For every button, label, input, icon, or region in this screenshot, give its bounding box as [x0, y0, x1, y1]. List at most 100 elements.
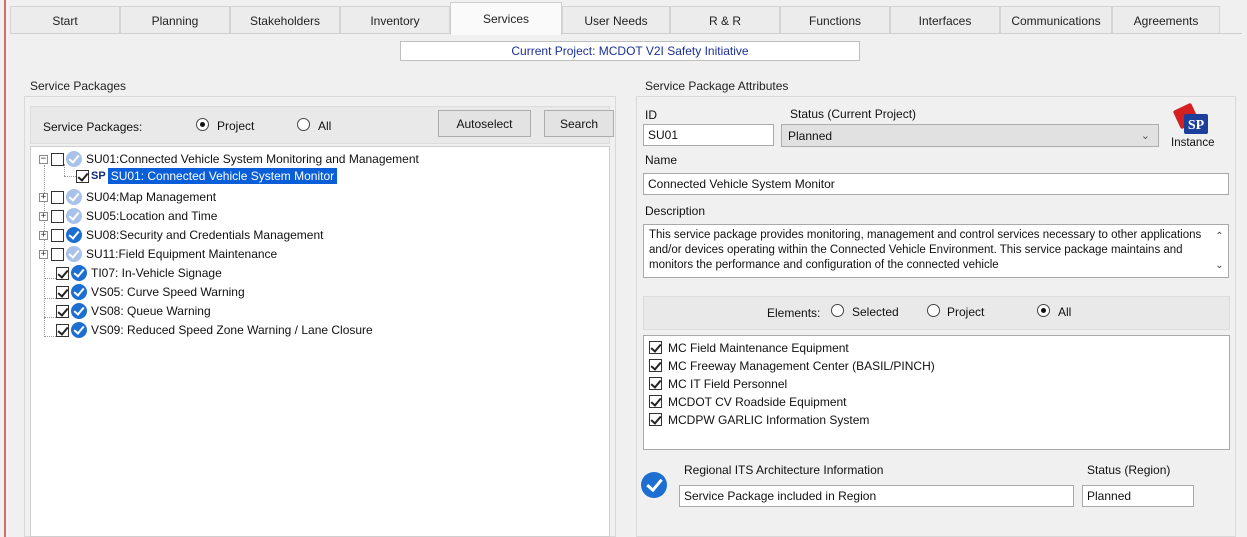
service-packages-title: Service Packages: [30, 79, 127, 93]
regional-label: Regional ITS Architecture Information: [684, 463, 884, 477]
partial-check-icon: [66, 208, 82, 224]
radio-elements-selected[interactable]: [831, 304, 844, 317]
radio-elements-all[interactable]: [1037, 304, 1050, 317]
tree-node-label: SU05:Location and Time: [86, 209, 218, 223]
tree-node-label: SU01:Connected Vehicle System Monitoring…: [86, 152, 419, 166]
element-checkbox[interactable]: [649, 395, 662, 408]
element-label: MCDOT CV Roadside Equipment: [668, 394, 847, 409]
element-item[interactable]: MC Field Maintenance Equipment: [649, 339, 849, 356]
tree-node-label: SU11:Field Equipment Maintenance: [86, 247, 278, 261]
tab-stakeholders[interactable]: Stakeholders: [230, 6, 340, 34]
element-item[interactable]: MC Freeway Management Center (BASIL/PINC…: [649, 357, 935, 374]
scroll-down-icon[interactable]: ⌄: [1215, 258, 1223, 273]
tree-node-checkbox[interactable]: [51, 228, 64, 242]
status-region-field[interactable]: Planned: [1082, 485, 1194, 507]
tree-node[interactable]: + SU04:Map Management: [39, 188, 216, 206]
tree-node-label: VS08: Queue Warning: [91, 304, 211, 318]
element-checkbox[interactable]: [649, 413, 662, 426]
status-label: Status (Current Project): [790, 107, 917, 121]
tree-node[interactable]: + SU08:Security and Credentials Manageme…: [39, 226, 323, 244]
partial-check-icon: [66, 246, 82, 262]
tab-functions[interactable]: Functions: [780, 6, 890, 34]
tab-user-needs[interactable]: User Needs: [562, 6, 670, 34]
window-edge: [4, 0, 6, 537]
instance-icon[interactable]: SP: [1170, 100, 1214, 142]
expand-icon[interactable]: +: [39, 192, 48, 202]
tab-r-and-r[interactable]: R & R: [670, 6, 780, 34]
expand-icon[interactable]: +: [39, 249, 48, 259]
tab-planning[interactable]: Planning: [120, 6, 230, 34]
check-circle-icon: [71, 265, 87, 281]
element-label: MC Field Maintenance Equipment: [668, 340, 849, 355]
tree-node-checkbox[interactable]: [56, 304, 69, 318]
scroll-up-icon[interactable]: ⌃: [1215, 229, 1223, 244]
tab-start[interactable]: Start: [10, 6, 120, 34]
tab-bar: Start Planning Stakeholders Inventory Se…: [10, 2, 1242, 35]
radio-all[interactable]: [297, 118, 310, 131]
tree-node[interactable]: + SU05:Location and Time: [39, 207, 217, 225]
tree-node[interactable]: + SU11:Field Equipment Maintenance: [39, 245, 277, 263]
tree-node-checkbox[interactable]: [56, 285, 69, 299]
tab-agreements[interactable]: Agreements: [1112, 6, 1220, 34]
radio-project[interactable]: [196, 118, 209, 131]
tree-node-checkbox[interactable]: [56, 266, 69, 280]
status-region-label: Status (Region): [1087, 463, 1171, 477]
description-label: Description: [645, 204, 706, 218]
partial-check-icon: [66, 189, 82, 205]
tab-communications[interactable]: Communications: [1000, 6, 1112, 34]
tree-node-checkbox[interactable]: [51, 190, 64, 204]
collapse-icon[interactable]: −: [39, 154, 48, 164]
tree-node[interactable]: VS09: Reduced Speed Zone Warning / Lane …: [56, 321, 373, 339]
tree-node-label: SU08:Security and Credentials Management: [86, 228, 324, 242]
instance-label: Instance: [1171, 137, 1215, 149]
radio-elements-selected-label: Selected: [852, 305, 899, 319]
element-checkbox[interactable]: [649, 341, 662, 354]
element-checkbox[interactable]: [649, 359, 662, 372]
service-package-tree[interactable]: − SU01:Connected Vehicle System Monitori…: [30, 146, 610, 537]
tree-node-label: SU04:Map Management: [86, 190, 217, 204]
id-field[interactable]: SU01: [643, 124, 774, 146]
tree-node-checkbox[interactable]: [56, 323, 69, 337]
tree-node[interactable]: VS05: Curve Speed Warning: [56, 283, 245, 301]
search-button[interactable]: Search: [544, 110, 614, 137]
tree-node-selected[interactable]: SP SU01: Connected Vehicle System Monito…: [76, 167, 338, 185]
tree-node-label: TI07: In-Vehicle Signage: [91, 266, 222, 280]
tab-inventory[interactable]: Inventory: [340, 6, 450, 34]
tree-node[interactable]: TI07: In-Vehicle Signage: [56, 264, 222, 282]
tree-node-checkbox[interactable]: [76, 169, 89, 183]
radio-project-label: Project: [217, 119, 255, 133]
element-checkbox[interactable]: [649, 377, 662, 390]
description-scrollbar[interactable]: ⌃ ⌄: [1211, 225, 1228, 277]
check-circle-icon: [71, 322, 87, 338]
sp-instance-icon: SP: [91, 170, 106, 182]
tree-node[interactable]: − SU01:Connected Vehicle System Monitori…: [39, 150, 419, 168]
tab-services[interactable]: Services: [450, 2, 562, 35]
radio-elements-all-label: All: [1058, 305, 1072, 319]
element-label: MC IT Field Personnel: [668, 376, 788, 391]
partial-check-icon: [66, 151, 82, 167]
element-label: MC Freeway Management Center (BASIL/PINC…: [668, 358, 935, 373]
instance-icon-text: SP: [1188, 118, 1205, 133]
elements-list[interactable]: MC Field Maintenance Equipment MC Freewa…: [643, 335, 1230, 450]
autoselect-button[interactable]: Autoselect: [438, 110, 531, 137]
element-item[interactable]: MCDPW GARLIC Information System: [649, 411, 869, 428]
check-circle-icon: [66, 227, 82, 243]
element-item[interactable]: MCDOT CV Roadside Equipment: [649, 393, 847, 410]
element-item[interactable]: MC IT Field Personnel: [649, 375, 787, 392]
check-circle-icon: [71, 303, 87, 319]
expand-icon[interactable]: +: [39, 230, 48, 240]
regional-field[interactable]: Service Package included in Region: [679, 485, 1074, 507]
tree-node-label: VS09: Reduced Speed Zone Warning / Lane …: [91, 323, 373, 337]
description-field[interactable]: This service package provides monitoring…: [643, 224, 1229, 278]
tree-node[interactable]: VS08: Queue Warning: [56, 302, 211, 320]
tree-node-checkbox[interactable]: [51, 247, 64, 261]
radio-elements-project[interactable]: [927, 304, 940, 317]
tree-node-checkbox[interactable]: [51, 209, 64, 223]
tree-node-label: VS05: Curve Speed Warning: [91, 285, 245, 299]
tab-interfaces[interactable]: Interfaces: [890, 6, 1000, 34]
id-label: ID: [645, 108, 657, 122]
tree-node-checkbox[interactable]: [51, 152, 64, 166]
status-select[interactable]: Planned ⌄: [781, 124, 1159, 147]
expand-icon[interactable]: +: [39, 211, 48, 221]
name-field[interactable]: Connected Vehicle System Monitor: [643, 173, 1229, 195]
